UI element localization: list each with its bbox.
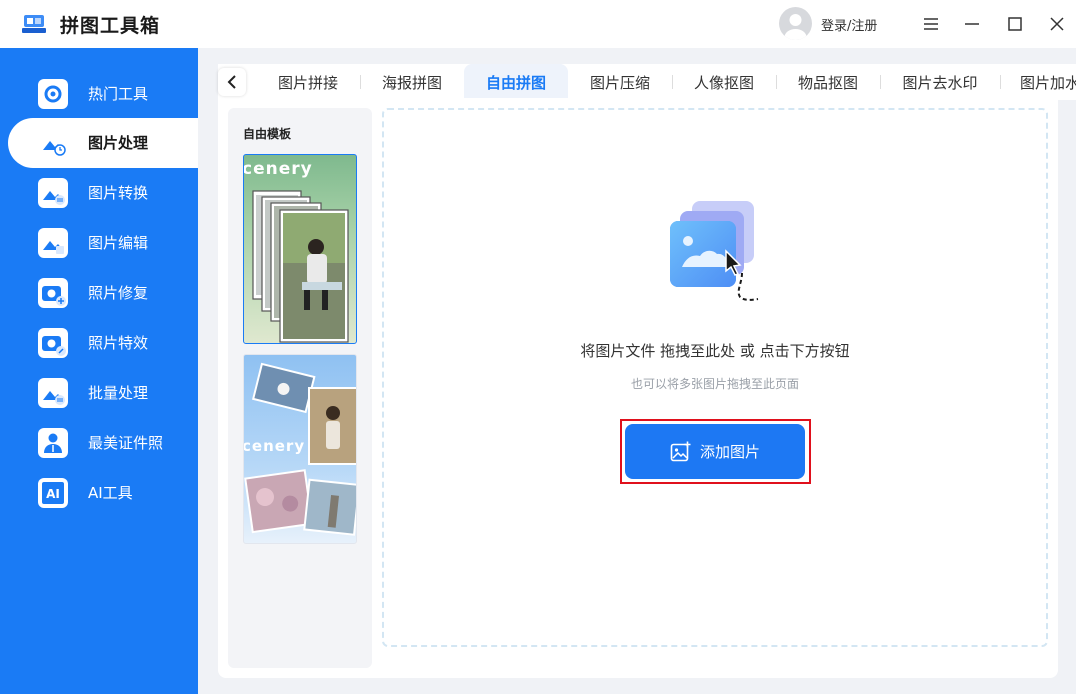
tab-poster-collage[interactable]: 海报拼图 <box>366 64 458 100</box>
sidebar-item-image-convert[interactable]: 图片转换 <box>0 168 198 218</box>
sidebar-item-label: AI工具 <box>88 484 133 502</box>
app-title: 拼图工具箱 <box>60 15 161 37</box>
photo-effect-icon <box>38 328 68 358</box>
close-icon <box>1050 17 1064 31</box>
tab-divider <box>672 75 673 89</box>
drop-instruction: 将图片文件 拖拽至此处 或 点击下方按钮 <box>580 342 850 360</box>
batch-icon <box>38 378 68 408</box>
chevron-left-icon <box>227 75 236 89</box>
svg-text:AI: AI <box>46 487 60 501</box>
template-card[interactable]: cenery <box>243 154 357 344</box>
sidebar: 热门工具 图片处理 图片转换 图片编辑 照片修复 照片特效 批量处理 最美证件照… <box>0 48 198 694</box>
sidebar-item-hot-tools[interactable]: 热门工具 <box>0 69 198 119</box>
ai-icon: AI <box>38 478 68 508</box>
tab-divider <box>1000 75 1001 89</box>
add-image-button[interactable]: 添加图片 <box>625 424 805 479</box>
maximize-button[interactable] <box>1001 10 1029 38</box>
sidebar-item-id-photo[interactable]: 最美证件照 <box>0 418 198 468</box>
template-panel-title: 自由模板 <box>243 127 292 141</box>
app-logo-icon <box>22 15 46 33</box>
sidebar-item-label: 图片处理 <box>88 134 149 152</box>
tab-remove-watermark[interactable]: 图片去水印 <box>886 64 994 100</box>
sidebar-item-photo-effect[interactable]: 照片特效 <box>0 318 198 368</box>
close-button[interactable] <box>1043 10 1071 38</box>
maximize-icon <box>1008 17 1022 31</box>
image-convert-icon <box>38 178 68 208</box>
user-icon <box>784 14 807 40</box>
template-card[interactable]: cenery <box>243 354 357 544</box>
sidebar-item-photo-repair[interactable]: 照片修复 <box>0 268 198 318</box>
sidebar-item-label: 照片修复 <box>88 284 149 302</box>
sidebar-item-batch[interactable]: 批量处理 <box>0 368 198 418</box>
sidebar-item-label: 照片特效 <box>88 334 149 352</box>
sidebar-item-label: 图片编辑 <box>88 234 149 252</box>
add-image-button-label: 添加图片 <box>699 443 760 461</box>
tab-divider <box>880 75 881 89</box>
login-register-link[interactable]: 登录/注册 <box>821 15 877 34</box>
menu-button[interactable] <box>917 10 945 38</box>
tab-add-watermark[interactable]: 图片加水 <box>1006 64 1076 100</box>
gear-icon <box>38 79 68 109</box>
tab-image-stitch[interactable]: 图片拼接 <box>262 64 354 100</box>
hamburger-icon <box>924 18 938 30</box>
avatar[interactable] <box>779 7 812 40</box>
title-bar: 拼图工具箱 登录/注册 <box>0 0 1076 48</box>
minimize-icon <box>965 23 979 25</box>
sidebar-item-image-process[interactable]: 图片处理 <box>8 118 198 168</box>
image-process-icon <box>38 128 68 158</box>
image-edit-icon <box>38 228 68 258</box>
add-image-icon <box>670 441 691 461</box>
sidebar-item-label: 热门工具 <box>88 85 149 103</box>
tab-back-button[interactable] <box>218 68 246 96</box>
template-word: cenery <box>243 437 306 455</box>
upload-image-icon <box>670 201 759 301</box>
tab-portrait-cutout[interactable]: 人像抠图 <box>678 64 770 100</box>
tab-divider <box>776 75 777 89</box>
id-photo-icon <box>38 428 68 458</box>
tab-image-compress[interactable]: 图片压缩 <box>574 64 666 100</box>
sidebar-item-label: 最美证件照 <box>88 434 164 452</box>
tab-object-cutout[interactable]: 物品抠图 <box>782 64 874 100</box>
sidebar-item-label: 图片转换 <box>88 184 149 202</box>
sidebar-item-label: 批量处理 <box>88 384 149 402</box>
tab-free-collage[interactable]: 自由拼图 <box>464 64 568 100</box>
tab-divider <box>360 75 361 89</box>
template-preview-image <box>252 190 349 343</box>
sidebar-item-image-edit[interactable]: 图片编辑 <box>0 218 198 268</box>
photo-repair-icon <box>38 278 68 308</box>
sidebar-item-ai-tools[interactable]: AI AI工具 <box>0 468 198 518</box>
drop-hint: 也可以将多张图片拖拽至此页面 <box>630 377 799 391</box>
minimize-button[interactable] <box>958 10 986 38</box>
